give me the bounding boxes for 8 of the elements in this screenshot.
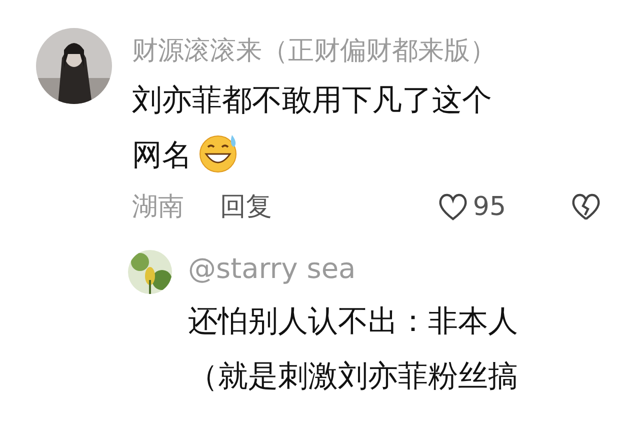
username: 财源滚滚来（正财偏财都来版） xyxy=(132,36,497,68)
comment-text: 刘亦菲都不敢用下凡了这个网名 xyxy=(132,82,493,176)
reply-text: 还怕别人认不出：非本人（就是刺激刘亦菲粉丝搞 xyxy=(188,302,519,396)
reply-button[interactable]: 回复 xyxy=(220,189,272,224)
like-button[interactable]: 95 xyxy=(436,192,506,222)
location-text: 湖南 xyxy=(132,191,184,224)
username: @starry sea xyxy=(188,252,357,286)
broken-heart-icon[interactable] xyxy=(570,192,602,222)
